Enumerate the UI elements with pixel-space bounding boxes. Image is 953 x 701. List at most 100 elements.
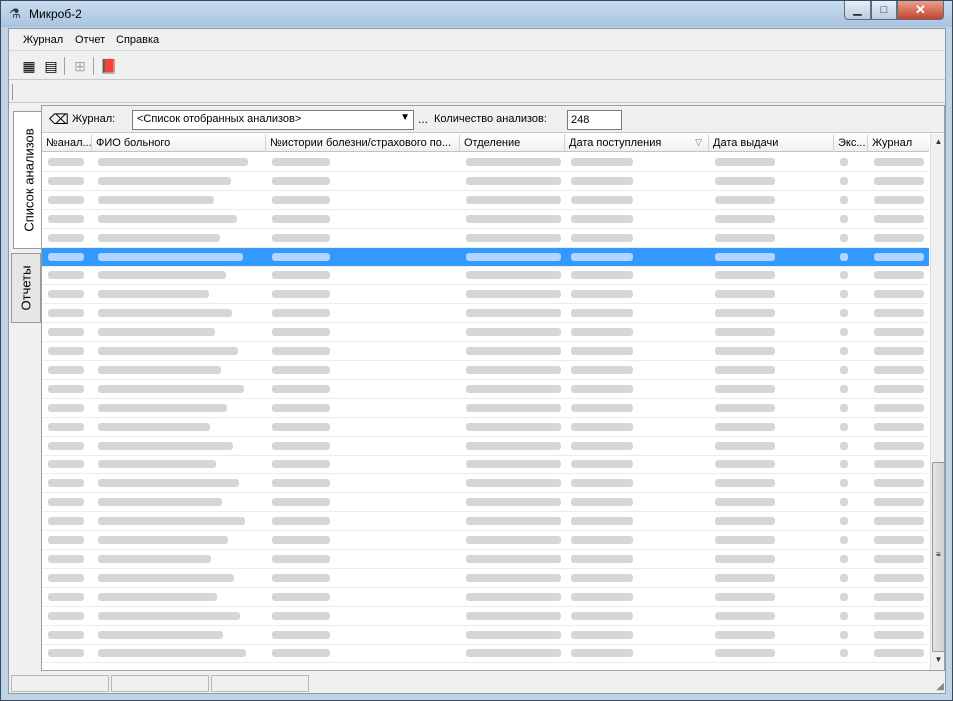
table-cell [840, 252, 848, 261]
minimize-button[interactable]: ▁ [844, 1, 871, 20]
table-cell [715, 536, 775, 544]
tab-analysis-list[interactable]: Список анализов [13, 111, 43, 249]
table-row[interactable] [42, 474, 929, 494]
resize-grip-icon[interactable]: ◢ [936, 681, 944, 692]
table-cell [874, 517, 924, 526]
analysis-grid: №анал... ФИО больного №истории болезни/с… [42, 134, 944, 670]
column-header-history[interactable]: №истории болезни/страхового по... [266, 134, 460, 152]
table-cell [98, 347, 238, 355]
table-cell [840, 611, 848, 620]
scroll-up-icon[interactable]: ▲ [931, 134, 944, 150]
table-row[interactable] [42, 361, 929, 380]
journal-browse-button[interactable]: ... [416, 110, 430, 130]
menu-journal[interactable]: Журнал [23, 34, 63, 46]
close-button[interactable]: ✕ [897, 1, 944, 20]
table-cell [874, 573, 924, 582]
table-row[interactable] [42, 644, 929, 664]
column-header-journal[interactable]: Журнал [868, 134, 929, 152]
table-cell [272, 517, 330, 526]
table-cell [715, 309, 775, 318]
table-row[interactable] [42, 172, 929, 191]
table-cell [571, 365, 633, 374]
table-cell [874, 290, 924, 299]
maximize-button[interactable]: □ [871, 1, 897, 20]
toolbar-grip[interactable] [12, 84, 14, 100]
scroll-down-icon[interactable]: ▼ [931, 652, 944, 668]
eraser-icon[interactable]: ⌫ [49, 111, 69, 127]
table-cell [272, 233, 330, 242]
table-row[interactable] [42, 191, 929, 210]
table-row[interactable] [42, 323, 929, 343]
column-header-department[interactable]: Отделение [460, 134, 565, 152]
table-row[interactable] [42, 399, 929, 418]
scroll-thumb[interactable]: ≡ [932, 462, 944, 652]
column-header-export[interactable]: Экс... [834, 134, 868, 152]
table-row-selected[interactable] [42, 247, 929, 267]
table-cell [48, 422, 84, 431]
table-cell [840, 649, 848, 658]
table-cell [571, 573, 633, 582]
table-row[interactable] [42, 493, 929, 513]
table-cell [466, 573, 561, 582]
vertical-scrollbar[interactable]: ▲ ≡ ▼ [930, 134, 944, 670]
table-cell [98, 403, 227, 412]
table-cell [715, 328, 775, 337]
grid-alt-icon[interactable]: ▤ [42, 57, 60, 75]
table-cell [466, 384, 561, 393]
status-bar: ◢ [9, 673, 945, 693]
table-row[interactable] [42, 210, 929, 229]
table-row[interactable] [42, 380, 929, 399]
table-cell [715, 365, 775, 374]
table-row[interactable] [42, 626, 929, 645]
table-cell [48, 460, 84, 469]
app-icon: ⚗ [9, 6, 21, 21]
table-row[interactable] [42, 531, 929, 550]
column-header-number[interactable]: №анал... [42, 134, 92, 152]
book-icon[interactable]: 📕 [100, 57, 118, 75]
table-cell [272, 479, 330, 488]
chevron-down-icon[interactable]: ▼ [400, 112, 410, 123]
table-cell [571, 233, 633, 242]
table-cell [98, 328, 215, 337]
table-row[interactable] [42, 607, 929, 626]
column-header-patient[interactable]: ФИО больного [92, 134, 266, 152]
table-cell [272, 536, 330, 544]
table-row[interactable] [42, 285, 929, 305]
table-row[interactable] [42, 588, 929, 607]
table-row[interactable] [42, 153, 929, 172]
table-row[interactable] [42, 550, 929, 569]
table-row[interactable] [42, 418, 929, 437]
table-row[interactable] [42, 304, 929, 324]
table-cell [571, 441, 633, 450]
table-cell [272, 347, 330, 355]
table-row[interactable] [42, 512, 929, 532]
table-cell [98, 252, 243, 261]
grid-icon[interactable]: ▦ [20, 57, 38, 75]
table-cell [840, 441, 848, 450]
column-header-issued[interactable]: Дата выдачи [709, 134, 834, 152]
menu-report[interactable]: Отчет [75, 34, 105, 46]
tab-reports[interactable]: Отчеты [11, 253, 41, 323]
table-row[interactable] [42, 569, 929, 588]
table-cell [840, 365, 848, 374]
table-cell [48, 517, 84, 526]
table-cell [466, 403, 561, 412]
table-cell [715, 592, 775, 601]
table-cell [466, 290, 561, 299]
menu-help[interactable]: Справка [116, 34, 159, 46]
journal-select[interactable]: <Список отобранных анализов> ▼ [132, 110, 414, 130]
column-header-received[interactable]: Дата поступления ▽ [565, 134, 709, 152]
table-row[interactable] [42, 266, 929, 286]
table-row[interactable] [42, 229, 929, 248]
table-cell [571, 384, 633, 393]
table-row[interactable] [42, 455, 929, 475]
table-cell [48, 498, 84, 507]
table-cell [571, 176, 633, 185]
tree-icon[interactable]: ⊞ [71, 57, 89, 75]
table-row[interactable] [42, 437, 929, 456]
title-bar[interactable]: ⚗ Микроб-2 ▁ □ ✕ [1, 1, 952, 27]
table-cell [571, 611, 633, 620]
table-row[interactable] [42, 342, 929, 361]
table-cell [874, 384, 924, 393]
table-cell [571, 536, 633, 544]
